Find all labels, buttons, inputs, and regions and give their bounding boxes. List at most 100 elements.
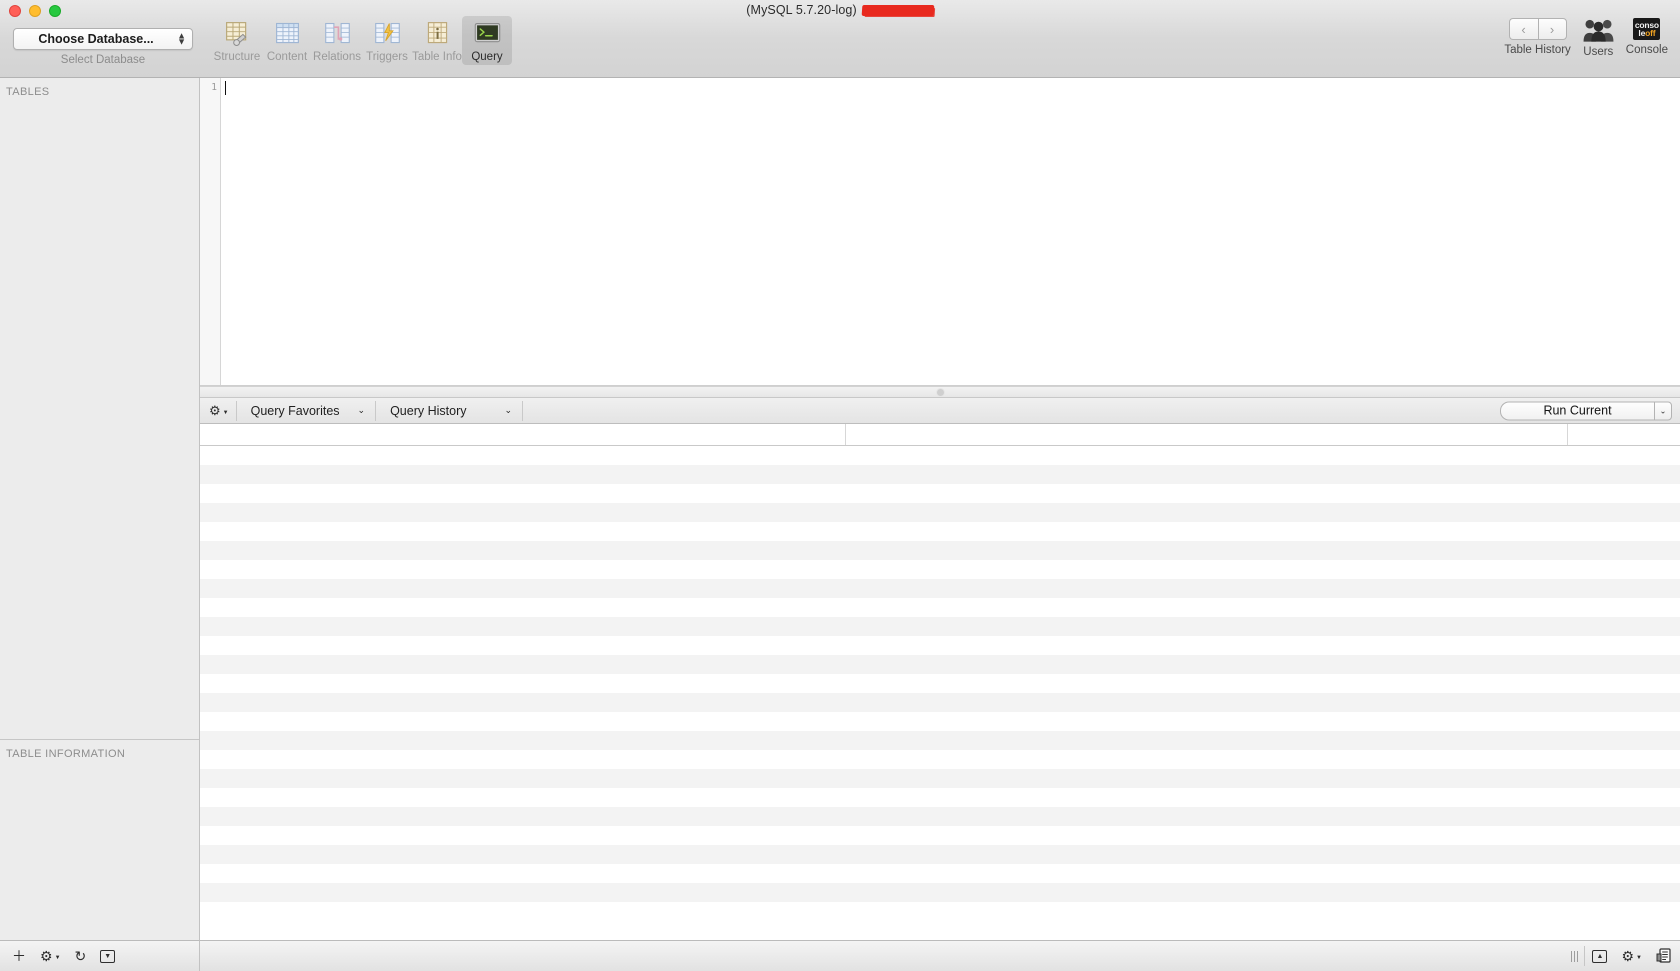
- query-favorites-menu[interactable]: Query Favorites ⌄: [237, 400, 375, 422]
- tables-pane[interactable]: TABLES: [0, 78, 199, 740]
- grip-line: [1577, 950, 1579, 962]
- results-column-header[interactable]: [200, 424, 846, 445]
- tab-structure-label: Structure: [213, 51, 261, 63]
- duplicate-results-button[interactable]: [1649, 943, 1680, 969]
- plus-icon: ＋: [12, 948, 26, 964]
- chevron-updown-icon: ▲ ▼: [177, 30, 186, 46]
- tab-structure[interactable]: Structure: [212, 16, 262, 65]
- table-row[interactable]: [200, 769, 1680, 788]
- tab-query[interactable]: Query: [462, 16, 512, 65]
- table-row[interactable]: [200, 788, 1680, 807]
- tab-triggers[interactable]: Triggers: [362, 16, 412, 65]
- choose-database-value: Choose Database...: [38, 32, 154, 46]
- table-information-header: TABLE INFORMATION: [6, 748, 126, 760]
- filter-tables-button[interactable]: ▼: [93, 943, 122, 969]
- table-row[interactable]: [200, 522, 1680, 541]
- table-row[interactable]: [200, 503, 1680, 522]
- window-title-text: (MySQL 5.7.20-log): [746, 3, 857, 17]
- table-row[interactable]: [200, 750, 1680, 769]
- console-button[interactable]: conso leoff Console: [1626, 18, 1668, 56]
- app-body: TABLES TABLE INFORMATION 1 ⚙ ▼ Query Fav…: [0, 78, 1680, 940]
- tab-relations[interactable]: Relations: [312, 16, 362, 65]
- query-history-label: Query History: [390, 403, 467, 418]
- table-row[interactable]: [200, 636, 1680, 655]
- table-row[interactable]: [200, 693, 1680, 712]
- table-row[interactable]: [200, 617, 1680, 636]
- table-row[interactable]: [200, 807, 1680, 826]
- table-actions-menu-button[interactable]: ⚙ ▼: [33, 943, 68, 969]
- structure-icon: [225, 22, 246, 46]
- table-row[interactable]: [200, 598, 1680, 617]
- main-area: 1 ⚙ ▼ Query Favorites ⌄ Query History ⌄ …: [200, 78, 1680, 940]
- relations-icon: [324, 22, 350, 44]
- add-table-button[interactable]: ＋: [5, 943, 33, 969]
- run-options-chevron-icon[interactable]: ⌄: [1654, 401, 1672, 420]
- table-row[interactable]: [200, 446, 1680, 465]
- window-title: (MySQL 5.7.20-log): [0, 3, 1680, 17]
- results-column-header[interactable]: [846, 424, 1568, 445]
- query-history-menu[interactable]: Query History ⌄: [376, 400, 522, 422]
- console-badge-line2: leoff: [1638, 29, 1655, 38]
- bottom-bars: ＋ ⚙ ▼ ↻ ▼ ▲ ⚙ ▼: [0, 940, 1680, 971]
- table-row[interactable]: [200, 731, 1680, 750]
- toggle-results-pane-button[interactable]: ▲: [1585, 943, 1614, 969]
- sidebar-bottom-bar: ＋ ⚙ ▼ ↻ ▼: [0, 940, 200, 971]
- triangle-down-icon: ▼: [222, 409, 229, 416]
- results-bottom-bar: ▲ ⚙ ▼: [200, 940, 1680, 971]
- results-header-row[interactable]: [200, 424, 1680, 446]
- editor-results-splitter[interactable]: [200, 386, 1680, 398]
- grip-line: [1571, 950, 1573, 962]
- history-forward-button[interactable]: ›: [1537, 18, 1567, 40]
- query-editor[interactable]: 1: [200, 78, 1680, 386]
- duplicate-icon: [1656, 948, 1671, 963]
- redacted-host-bar: [861, 4, 935, 16]
- users-label: Users: [1583, 46, 1614, 58]
- table-history-segmented: ‹ ›: [1508, 18, 1567, 40]
- sidebar: TABLES TABLE INFORMATION: [0, 78, 200, 940]
- results-rows: [200, 446, 1680, 921]
- table-row[interactable]: [200, 560, 1680, 579]
- table-row[interactable]: [200, 465, 1680, 484]
- tab-query-label: Query: [471, 51, 503, 63]
- gear-icon: ⚙: [209, 403, 221, 418]
- table-row[interactable]: [200, 712, 1680, 731]
- table-row[interactable]: [200, 655, 1680, 674]
- results-grid[interactable]: [200, 424, 1680, 940]
- table-row[interactable]: [200, 883, 1680, 902]
- choose-database-popup[interactable]: Choose Database... ▲ ▼: [13, 28, 193, 50]
- run-current-button[interactable]: Run Current: [1500, 401, 1654, 420]
- query-favorites-label: Query Favorites: [250, 403, 340, 418]
- table-row[interactable]: [200, 864, 1680, 883]
- table-row[interactable]: [200, 902, 1680, 921]
- query-actions-menu-button[interactable]: ⚙ ▼: [204, 400, 236, 422]
- table-info-icon: [427, 22, 447, 44]
- tab-table-info[interactable]: Table Info: [412, 16, 462, 65]
- refresh-tables-button[interactable]: ↻: [68, 943, 94, 969]
- table-row[interactable]: [200, 541, 1680, 560]
- tables-header: TABLES: [6, 86, 50, 98]
- line-number: 1: [211, 82, 217, 93]
- editor-text-area[interactable]: [221, 78, 1680, 385]
- table-row[interactable]: [200, 579, 1680, 598]
- users-button[interactable]: Users: [1582, 18, 1615, 58]
- console-icon: conso leoff: [1633, 18, 1661, 40]
- results-actions-menu-button[interactable]: ⚙ ▼: [1614, 943, 1649, 969]
- chevron-down-icon: ⌄: [504, 405, 513, 415]
- table-information-pane[interactable]: TABLE INFORMATION: [0, 740, 199, 940]
- history-back-button[interactable]: ‹: [1508, 18, 1538, 40]
- toolbar-tabs: Structure Content Relations Triggers Tab…: [212, 16, 512, 65]
- table-row[interactable]: [200, 674, 1680, 693]
- pane-resize-handle[interactable]: [1571, 950, 1579, 962]
- query-toolbar: ⚙ ▼ Query Favorites ⌄ Query History ⌄ Ru…: [200, 398, 1680, 424]
- triangle-down-icon: ▼: [1636, 955, 1642, 961]
- text-caret: [225, 81, 226, 95]
- table-row[interactable]: [200, 845, 1680, 864]
- tab-content-label: Content: [266, 51, 308, 63]
- tab-content[interactable]: Content: [262, 16, 312, 65]
- query-icon: [474, 22, 500, 43]
- table-row[interactable]: [200, 484, 1680, 503]
- splitter-grip-icon: [936, 388, 944, 396]
- table-row[interactable]: [200, 826, 1680, 845]
- editor-gutter: 1: [200, 78, 221, 385]
- tab-table-info-label: Table Info: [412, 51, 462, 63]
